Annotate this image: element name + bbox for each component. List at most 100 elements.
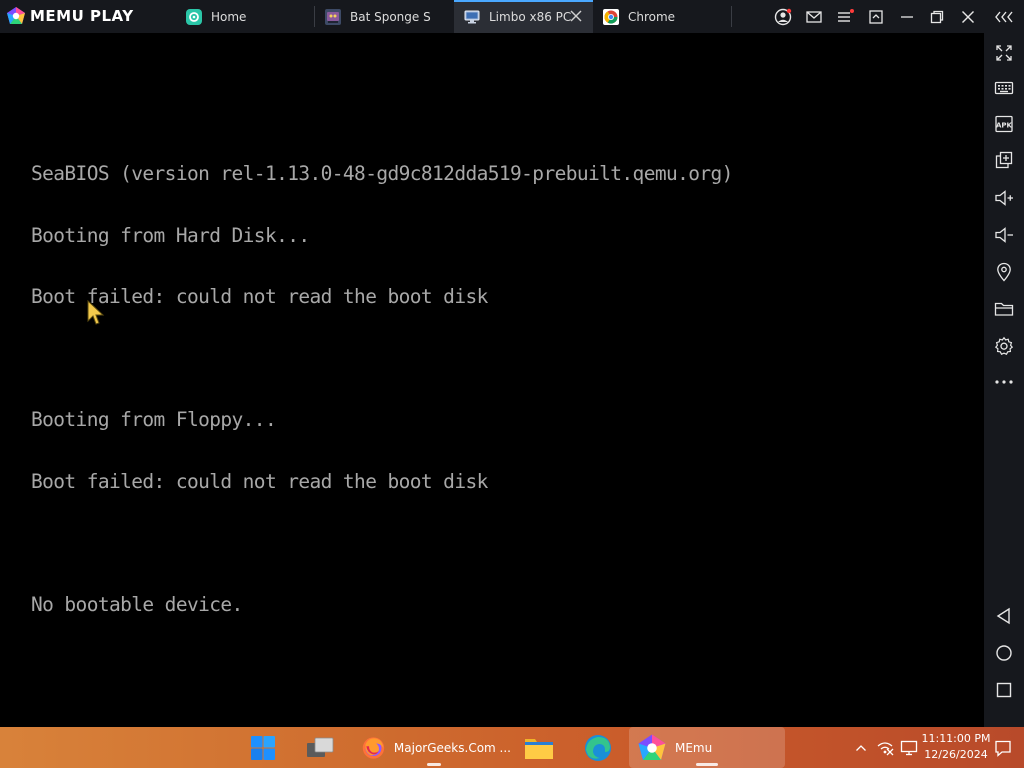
more-icon xyxy=(995,380,1013,384)
restore-button[interactable] xyxy=(926,0,948,33)
tab-limbo-x86-pc[interactable]: Limbo x86 PC xyxy=(454,0,593,33)
pc-monitor-icon xyxy=(464,10,480,23)
volume-down-button[interactable] xyxy=(984,220,1024,250)
restore-icon xyxy=(930,10,944,23)
location-icon xyxy=(997,262,1011,282)
left-edge xyxy=(0,33,28,727)
screen-button[interactable] xyxy=(865,0,887,33)
keyboard-icon xyxy=(994,81,1014,95)
game-app-icon xyxy=(325,8,341,25)
bios-line: Boot failed: could not read the boot dis… xyxy=(31,469,488,493)
close-button[interactable] xyxy=(957,0,979,33)
windows-taskbar: MajorGeeks.Com ... MEmu 11:11:00 PM 12/2… xyxy=(0,727,1024,768)
chrome-icon xyxy=(603,8,619,25)
android-home-button[interactable] xyxy=(984,638,1024,668)
mouse-cursor-icon xyxy=(87,300,105,325)
active-tab-indicator xyxy=(454,0,593,2)
network-icon xyxy=(877,741,894,755)
memu-logo[interactable]: MEMU PLAY xyxy=(6,6,134,26)
multi-instance-button[interactable] xyxy=(984,145,1024,175)
taskbar-file-explorer[interactable] xyxy=(519,727,559,768)
bios-line: Booting from Floppy... xyxy=(31,408,277,431)
collapse-sidebar-button[interactable] xyxy=(991,0,1017,33)
folder-icon xyxy=(994,302,1014,316)
taskbar-memu[interactable]: MEmu xyxy=(629,727,785,768)
screen-icon xyxy=(869,9,883,24)
tab-home[interactable]: Home xyxy=(186,0,314,33)
bios-line: SeaBIOS (version rel-1.13.0-48-gd9c812dd… xyxy=(31,162,733,185)
display-icon xyxy=(900,740,918,755)
emulator-screen[interactable]: SeaBIOS (version rel-1.13.0-48-gd9c812dd… xyxy=(28,33,958,727)
taskbar-label: MEmu xyxy=(675,740,713,755)
bios-line: Booting from Hard Disk... xyxy=(31,223,310,247)
emulator-toolbar: APK xyxy=(984,33,1024,727)
edge-icon xyxy=(585,734,611,761)
back-icon xyxy=(996,607,1010,625)
mail-button[interactable] xyxy=(803,0,825,33)
active-indicator xyxy=(696,763,718,766)
clock-time: 11:11:00 PM xyxy=(921,732,991,745)
account-icon xyxy=(774,8,792,25)
tray-network-button[interactable] xyxy=(874,727,896,768)
bios-console-output: SeaBIOS (version rel-1.13.0-48-gd9c812dd… xyxy=(31,123,733,656)
fullscreen-icon xyxy=(996,45,1012,61)
settings-icon xyxy=(994,336,1014,355)
bios-line xyxy=(31,349,733,370)
volume-up-icon xyxy=(995,190,1013,206)
location-button[interactable] xyxy=(984,257,1024,287)
windows-start-icon xyxy=(251,735,275,760)
bios-line: Boot failed: could not read the boot dis… xyxy=(31,285,488,308)
folder-icon xyxy=(525,738,553,759)
task-view-button[interactable] xyxy=(300,727,340,768)
title-bar: MEMU PLAY Home Bat Sponge S Limbo x86 PC… xyxy=(0,0,1024,33)
tab-chrome[interactable]: Chrome xyxy=(603,0,731,33)
recents-icon xyxy=(996,682,1012,698)
apk-icon: APK xyxy=(995,115,1013,133)
tab-label: Limbo x86 PC xyxy=(489,9,572,24)
shared-folder-button[interactable] xyxy=(984,294,1024,324)
fullscreen-button[interactable] xyxy=(984,38,1024,68)
firefox-icon xyxy=(362,736,385,759)
home-icon xyxy=(996,645,1012,661)
volume-up-button[interactable] xyxy=(984,183,1024,213)
account-button[interactable] xyxy=(772,0,794,33)
add-window-icon xyxy=(995,151,1013,169)
bios-line xyxy=(31,533,733,554)
keyboard-button[interactable] xyxy=(984,73,1024,103)
start-button[interactable] xyxy=(244,727,282,768)
tab-label: Chrome xyxy=(628,9,676,24)
tab-close-icon[interactable] xyxy=(569,9,583,23)
tab-divider xyxy=(731,6,732,27)
android-recents-button[interactable] xyxy=(984,675,1024,705)
tray-display-button[interactable] xyxy=(898,727,920,768)
brand-name: MEMU PLAY xyxy=(30,7,134,25)
menu-button[interactable] xyxy=(834,0,856,33)
more-options-button[interactable] xyxy=(984,367,1024,397)
memu-icon xyxy=(638,734,666,760)
taskbar-clock[interactable]: 11:11:00 PM 12/26/2024 xyxy=(918,731,994,763)
close-icon xyxy=(962,10,974,23)
settings-button[interactable] xyxy=(984,331,1024,361)
home-tab-icon xyxy=(186,8,202,25)
apk-install-button[interactable]: APK xyxy=(984,109,1024,139)
menu-icon xyxy=(838,8,854,22)
taskbar-label: MajorGeeks.Com ... xyxy=(393,740,511,755)
screen-margin xyxy=(958,33,984,727)
taskbar-edge[interactable] xyxy=(578,727,618,768)
minimize-button[interactable] xyxy=(896,0,918,33)
volume-down-icon xyxy=(995,227,1013,243)
tray-overflow-button[interactable] xyxy=(852,727,870,768)
tab-divider xyxy=(314,6,315,27)
tab-label: Home xyxy=(211,9,247,24)
apk-label: APK xyxy=(996,122,1013,130)
android-back-button[interactable] xyxy=(984,601,1024,631)
collapse-icon xyxy=(995,11,1013,22)
notifications-button[interactable] xyxy=(992,727,1014,768)
taskbar-firefox[interactable]: MajorGeeks.Com ... xyxy=(357,727,511,768)
task-view-icon xyxy=(307,737,334,757)
clock-date: 12/26/2024 xyxy=(924,748,988,761)
tab-bat-sponge[interactable]: Bat Sponge S xyxy=(325,0,453,33)
tab-label: Bat Sponge S xyxy=(350,9,431,24)
chevron-up-icon xyxy=(856,744,866,751)
bios-line: No bootable device. xyxy=(31,592,243,616)
